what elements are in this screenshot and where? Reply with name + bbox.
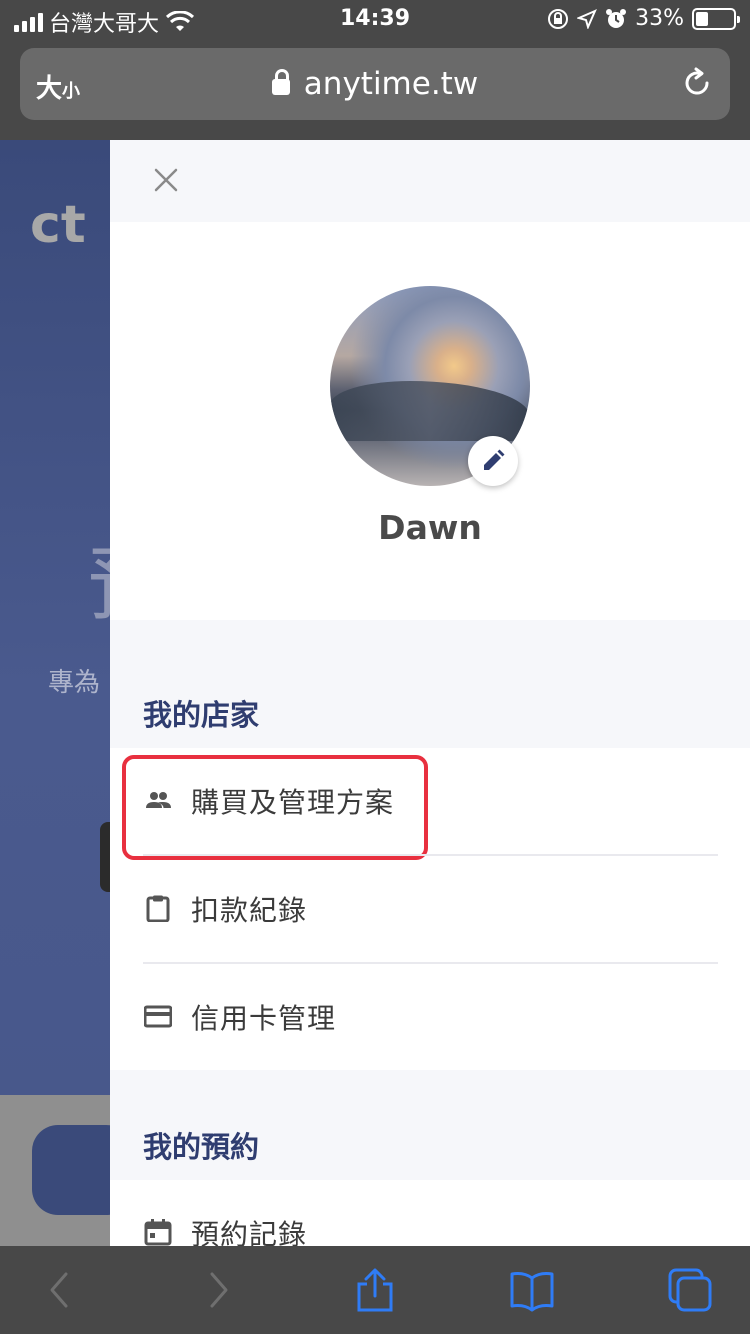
menu-item-purchase-plans[interactable]: 購買及管理方案	[110, 748, 750, 860]
store-menu-list: 購買及管理方案 扣款紀錄 信用卡管理	[110, 748, 750, 1070]
battery-icon	[692, 7, 740, 30]
browser-address-area: 大小 anytime.tw	[0, 40, 750, 140]
url-field[interactable]: anytime.tw	[20, 66, 730, 102]
back-icon[interactable]	[38, 1268, 82, 1312]
battery-percentage: 33%	[635, 6, 684, 31]
background-page: ct 預 專為	[0, 140, 110, 1246]
hero-subtitle: 專為	[48, 668, 101, 698]
profile-card: Dawn	[110, 222, 750, 620]
tabs-icon[interactable]	[668, 1268, 712, 1312]
lock-icon	[271, 69, 290, 95]
menu-item-label: 預約記錄	[191, 1218, 308, 1246]
alarm-icon	[606, 8, 627, 28]
address-bar[interactable]: 大小 anytime.tw	[20, 48, 730, 120]
credit-card-icon	[144, 1005, 172, 1028]
close-icon[interactable]	[150, 164, 182, 196]
forward-icon[interactable]	[196, 1268, 240, 1312]
hero-button	[100, 822, 110, 892]
section-title-my-bookings: 我的預約	[143, 1130, 260, 1164]
side-drawer: Dawn 我的店家 購買及管理方案 扣款紀錄 信用卡管理 我的預約 預約記錄	[110, 140, 750, 1246]
pencil-icon	[484, 449, 505, 470]
clipboard-icon	[146, 895, 170, 922]
bookmarks-icon[interactable]	[510, 1268, 554, 1312]
location-icon	[577, 8, 598, 29]
menu-item-payment-records[interactable]: 扣款紀錄	[110, 856, 750, 963]
user-name: Dawn	[378, 508, 482, 547]
highlight-box	[122, 755, 428, 860]
menu-item-booking-records[interactable]: 預約記錄	[110, 1180, 750, 1246]
booking-menu-list: 預約記錄	[110, 1180, 750, 1246]
page-cta-button	[32, 1125, 110, 1215]
menu-item-label: 扣款紀錄	[191, 894, 308, 927]
menu-item-label: 信用卡管理	[191, 1002, 337, 1035]
rotation-lock-icon	[548, 8, 569, 29]
browser-toolbar	[0, 1246, 750, 1334]
drawer-header	[110, 140, 750, 222]
section-title-my-store: 我的店家	[143, 698, 260, 732]
status-bar: 台灣大哥大 14:39 33%	[0, 0, 750, 40]
menu-item-credit-card-management[interactable]: 信用卡管理	[110, 964, 750, 1071]
hero-headline: 預	[88, 520, 110, 636]
calendar-icon	[144, 1219, 172, 1246]
edit-avatar-button[interactable]	[468, 436, 518, 486]
reload-icon[interactable]	[680, 66, 714, 100]
site-logo: ct	[30, 195, 86, 255]
share-icon[interactable]	[353, 1268, 397, 1312]
